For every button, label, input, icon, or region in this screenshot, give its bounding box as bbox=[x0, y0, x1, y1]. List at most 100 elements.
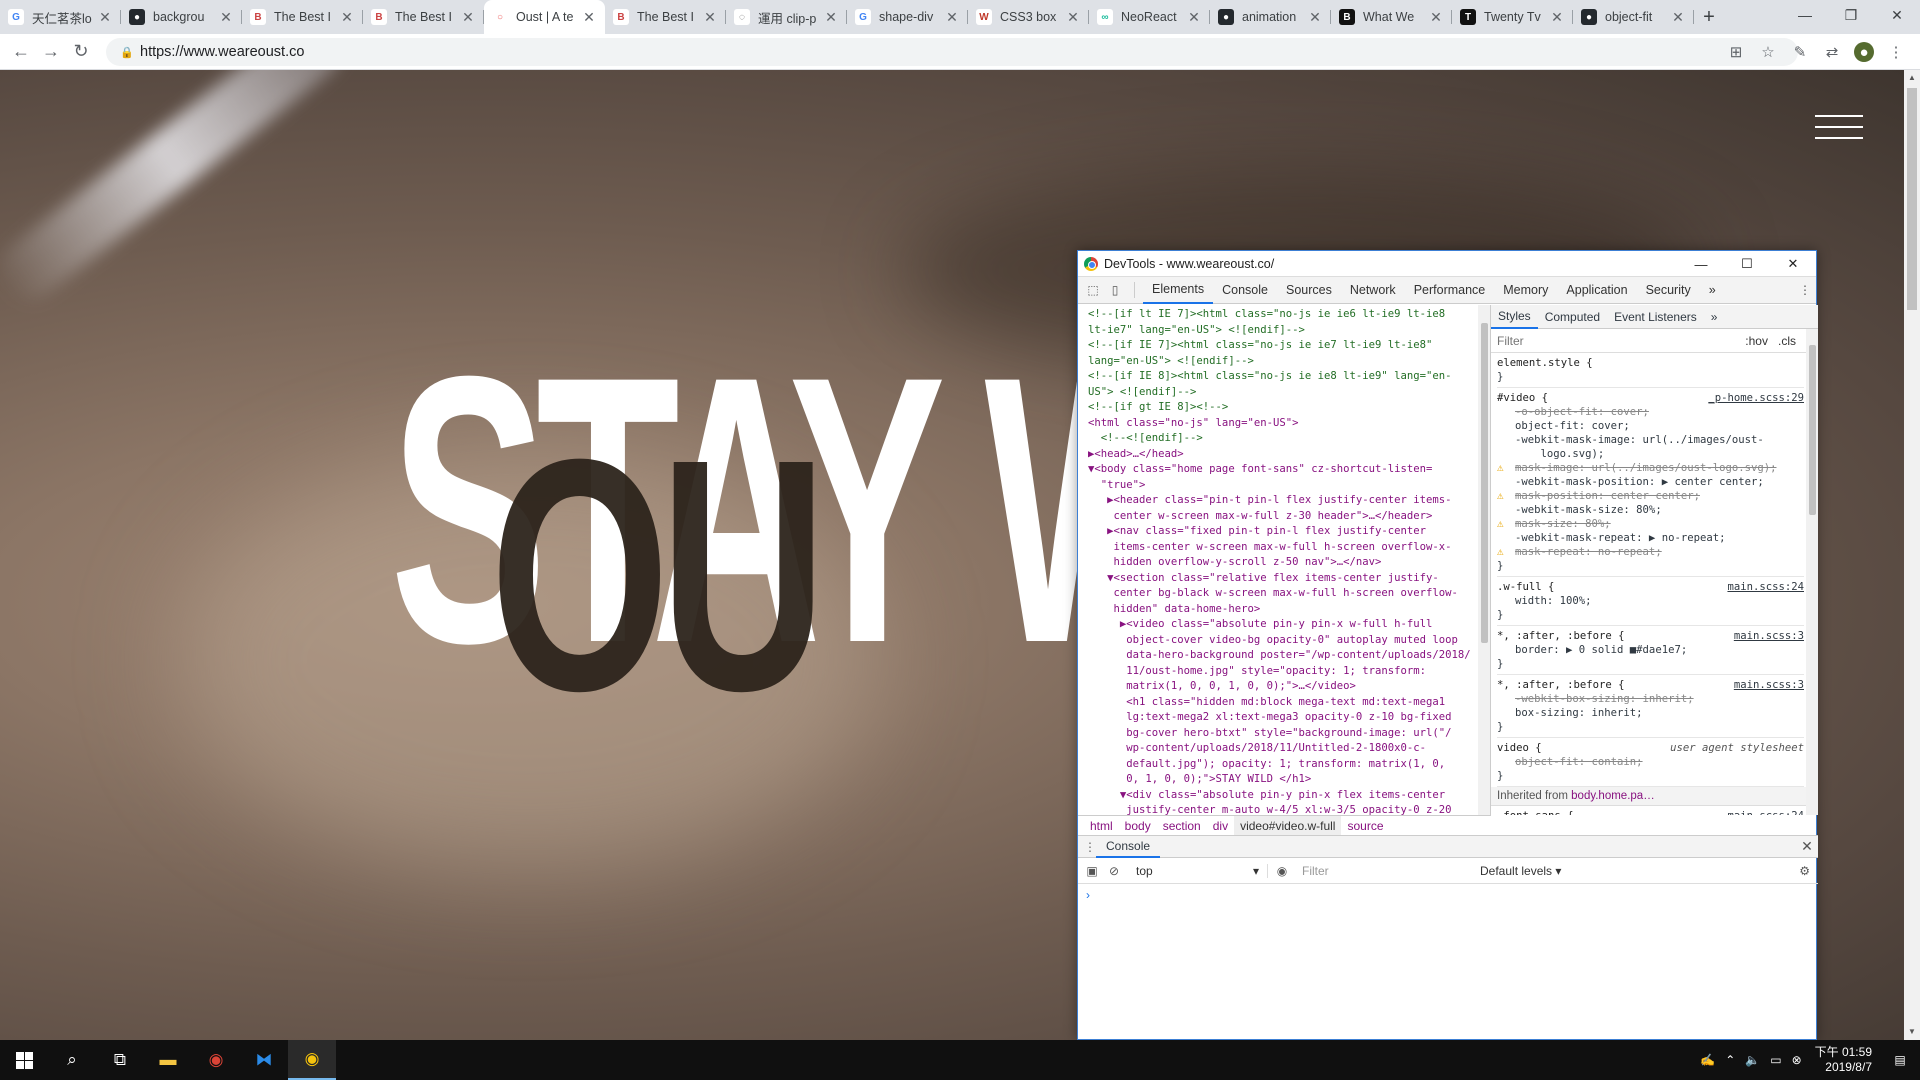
browser-tab[interactable]: ● object-fit ✕ bbox=[1573, 0, 1694, 34]
browser-tab[interactable]: ◌ 運用 clip-p ✕ bbox=[726, 0, 847, 34]
dom-node-line[interactable]: default.jpg"); opacity: 1; transform: ma… bbox=[1088, 757, 1472, 773]
gear-icon[interactable]: ⚙ bbox=[1799, 864, 1810, 878]
close-tab-icon[interactable]: ✕ bbox=[1428, 9, 1444, 26]
reload-icon[interactable]: ↻ bbox=[66, 41, 96, 62]
css-property[interactable]: -webkit-mask-repeat: ▶ no-repeat; bbox=[1515, 532, 1725, 544]
translate-icon[interactable]: ⊞ bbox=[1726, 42, 1746, 62]
browser-tab[interactable]: ● backgrou ✕ bbox=[121, 0, 242, 34]
close-tab-icon[interactable]: ✕ bbox=[97, 9, 113, 26]
scrollbar-thumb[interactable] bbox=[1907, 88, 1917, 310]
dom-node-line[interactable]: ▼<div class="absolute pin-y pin-x flex i… bbox=[1088, 788, 1472, 804]
rule-source-link[interactable]: _p-home.scss:29 bbox=[1708, 391, 1804, 405]
css-property[interactable]: object-fit: cover; bbox=[1515, 420, 1630, 432]
dom-node-line[interactable]: <!--[if IE 8]><html class="no-js ie ie8 … bbox=[1088, 369, 1472, 385]
css-declaration[interactable]: -webkit-mask-position: ▶ center center; bbox=[1497, 475, 1804, 489]
styles-tab-computed[interactable]: Computed bbox=[1538, 305, 1607, 329]
task-view-icon[interactable]: ⧉ bbox=[96, 1040, 144, 1080]
css-property[interactable]: object-fit: contain; bbox=[1515, 756, 1643, 768]
log-levels-dropdown[interactable]: Default levels ▾ bbox=[1480, 864, 1561, 878]
browser-tab[interactable]: W CSS3 box ✕ bbox=[968, 0, 1089, 34]
css-property[interactable]: box-sizing: inherit; bbox=[1515, 707, 1643, 719]
scroll-down-arrow-icon[interactable]: ▼ bbox=[1904, 1024, 1920, 1040]
vscode-taskbar-icon[interactable]: ⧓ bbox=[240, 1040, 288, 1080]
css-declaration[interactable]: -webkit-box-sizing: inherit; bbox=[1497, 692, 1804, 706]
css-declaration[interactable]: ⚠ mask-size: 80%; bbox=[1497, 517, 1804, 531]
styles-tab-styles[interactable]: Styles bbox=[1491, 305, 1538, 329]
breadcrumb-item[interactable]: video#video.w-full bbox=[1234, 815, 1342, 836]
css-property[interactable]: -webkit-mask-size: 80%; bbox=[1515, 504, 1662, 516]
browser-tab[interactable]: G 天仁茗茶lo ✕ bbox=[0, 0, 121, 34]
tab-network[interactable]: Network bbox=[1341, 277, 1405, 304]
dom-node-line[interactable]: ▶<header class="pin-t pin-l flex justify… bbox=[1088, 493, 1472, 509]
back-icon[interactable]: ← bbox=[6, 41, 36, 62]
tab-performance[interactable]: Performance bbox=[1405, 277, 1495, 304]
chrome-active-taskbar-icon[interactable]: ◉ bbox=[288, 1040, 336, 1080]
menu-kebab-icon[interactable]: ⋮ bbox=[1886, 42, 1906, 62]
dom-node-line[interactable]: bg-cover hero-btxt" style="background-im… bbox=[1088, 726, 1472, 742]
close-tab-icon[interactable]: ✕ bbox=[581, 9, 597, 26]
css-property[interactable]: mask-position: center center; bbox=[1515, 490, 1700, 502]
close-tab-icon[interactable]: ✕ bbox=[218, 9, 234, 26]
elements-scrollbar[interactable] bbox=[1478, 305, 1490, 815]
close-tab-icon[interactable]: ✕ bbox=[1065, 9, 1081, 26]
forward-icon[interactable]: → bbox=[36, 41, 66, 62]
styles-filter-input[interactable] bbox=[1497, 333, 1741, 348]
rule-source-link[interactable]: main.scss:3 bbox=[1734, 629, 1804, 643]
close-tab-icon[interactable]: ✕ bbox=[1307, 9, 1323, 26]
styles-scrollbar[interactable] bbox=[1806, 329, 1818, 815]
dom-node-line[interactable]: wp-content/uploads/2018/11/Untitled-2-18… bbox=[1088, 741, 1472, 757]
browser-tab[interactable]: ○ Oust | A te ✕ bbox=[484, 0, 605, 34]
dom-node-line[interactable]: ▶<nav class="fixed pin-t pin-l flex just… bbox=[1088, 524, 1472, 540]
styles-tab-event-listeners[interactable]: Event Listeners bbox=[1607, 305, 1704, 329]
drawer-tab-console[interactable]: Console bbox=[1096, 836, 1161, 858]
dom-node-line[interactable]: lang="en-US"> <![endif]--> bbox=[1088, 354, 1472, 370]
dom-node-line[interactable]: ▼<section class="relative flex items-cen… bbox=[1088, 571, 1472, 587]
search-icon[interactable]: ⌕ bbox=[48, 1040, 96, 1080]
dom-node-line[interactable]: ▼<body class="home page font-sans" cz-sh… bbox=[1088, 462, 1472, 478]
inspect-element-icon[interactable]: ⬚ bbox=[1082, 277, 1104, 304]
dom-node-line[interactable]: 0, 1, 0, 0);">STAY WILD </h1> bbox=[1088, 772, 1472, 788]
browser-tab[interactable]: B The Best I ✕ bbox=[242, 0, 363, 34]
hamburger-menu-icon[interactable] bbox=[1815, 115, 1863, 145]
bookmark-star-icon[interactable]: ☆ bbox=[1758, 42, 1778, 62]
css-property[interactable]: mask-size: 80%; bbox=[1515, 518, 1611, 530]
clock[interactable]: 下午 01:59 2019/8/7 bbox=[1807, 1045, 1880, 1075]
close-tab-icon[interactable]: ✕ bbox=[1186, 9, 1202, 26]
css-selector[interactable]: element.style { bbox=[1497, 356, 1804, 370]
dom-node-line[interactable]: <!--[if gt IE 8]><!--> bbox=[1088, 400, 1472, 416]
css-property[interactable]: mask-image: url(../images/oust-logo.svg)… bbox=[1515, 462, 1777, 474]
dom-node-line[interactable]: <!--<![endif]--> bbox=[1088, 431, 1472, 447]
volume-icon[interactable]: 🔈 bbox=[1740, 1053, 1765, 1067]
close-drawer-icon[interactable]: ✕ bbox=[1796, 838, 1818, 855]
close-tab-icon[interactable]: ✕ bbox=[339, 9, 355, 26]
css-declaration[interactable]: ⚠ mask-repeat: no-repeat; bbox=[1497, 545, 1804, 559]
css-declaration[interactable]: ⚠ mask-position: center center; bbox=[1497, 489, 1804, 503]
rule-source-link[interactable]: main.scss:24 bbox=[1727, 580, 1804, 594]
context-selector[interactable]: top ▾ bbox=[1128, 863, 1268, 878]
dom-node-line[interactable]: object-cover video-bg opacity-0" autopla… bbox=[1088, 633, 1472, 649]
dom-node-line[interactable]: "true"> bbox=[1088, 478, 1472, 494]
dom-node-line[interactable]: ▶<head>…</head> bbox=[1088, 447, 1472, 463]
tab-console[interactable]: Console bbox=[1213, 277, 1277, 304]
close-tab-icon[interactable]: ✕ bbox=[944, 9, 960, 26]
browser-tab[interactable]: ● animation ✕ bbox=[1210, 0, 1331, 34]
drawer-menu-icon[interactable]: ⋮ bbox=[1084, 840, 1096, 854]
chrome-taskbar-icon[interactable]: ◉ bbox=[192, 1040, 240, 1080]
breadcrumb-item[interactable]: source bbox=[1341, 816, 1389, 836]
dom-node-line[interactable]: <!--[if IE 7]><html class="no-js ie ie7 … bbox=[1088, 338, 1472, 354]
css-property[interactable]: -webkit-mask-image: url(../images/oust- bbox=[1515, 434, 1764, 446]
tab-security[interactable]: Security bbox=[1637, 277, 1700, 304]
clear-console-icon[interactable]: ⊘ bbox=[1106, 863, 1122, 879]
close-tab-icon[interactable]: ✕ bbox=[1549, 9, 1565, 26]
network-icon[interactable]: ▭ bbox=[1765, 1053, 1786, 1067]
browser-tab[interactable]: B What We ✕ bbox=[1331, 0, 1452, 34]
css-declaration[interactable]: object-fit: cover; bbox=[1497, 419, 1804, 433]
minimize-icon[interactable]: — bbox=[1678, 251, 1724, 277]
dom-node-line[interactable]: center w-screen max-w-full z-30 header">… bbox=[1088, 509, 1472, 525]
more-tabs-icon[interactable]: » bbox=[1700, 277, 1725, 304]
browser-tab[interactable]: B The Best I ✕ bbox=[605, 0, 726, 34]
css-property[interactable]: -o-object-fit: cover; bbox=[1515, 406, 1649, 418]
close-icon[interactable]: ✕ bbox=[1770, 251, 1816, 277]
dom-node-line[interactable]: <html class="no-js" lang="en-US"> bbox=[1088, 416, 1472, 432]
tab-elements[interactable]: Elements bbox=[1143, 277, 1214, 304]
